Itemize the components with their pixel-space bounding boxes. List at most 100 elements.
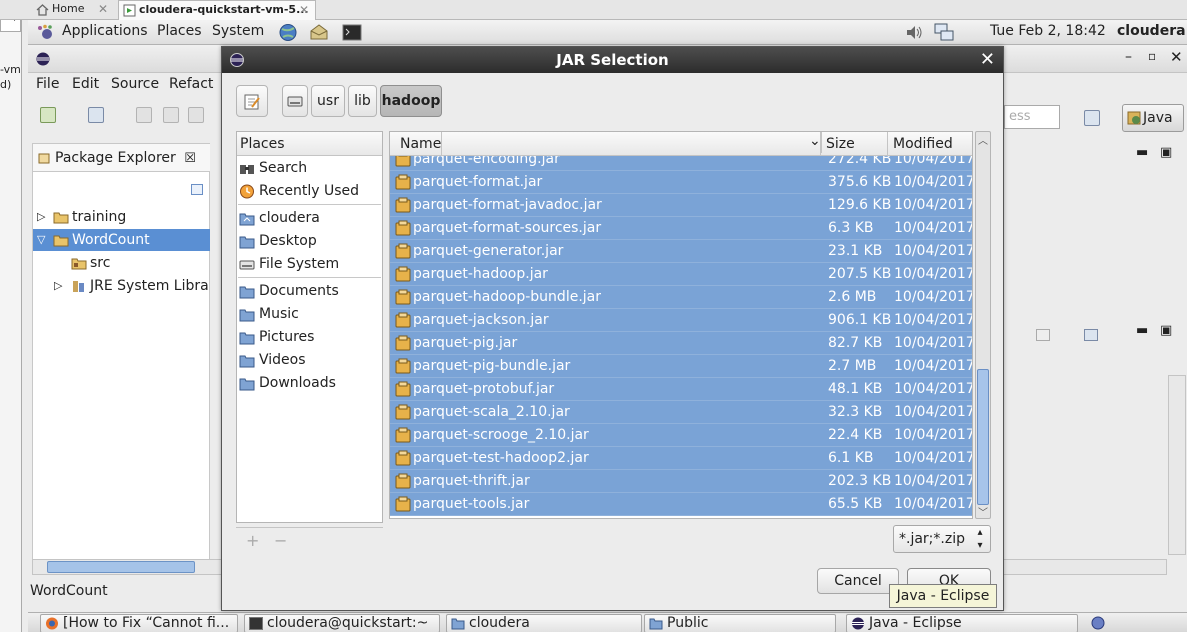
expand-icon[interactable]: ▷	[54, 275, 62, 297]
menu-edit[interactable]: Edit	[72, 76, 99, 92]
folder-icon	[239, 332, 255, 345]
file-row[interactable]: parquet-thrift.jar 202.3 KB 10/04/2017	[390, 470, 972, 493]
file-list-scrollbar[interactable]: ︿ ﹀	[975, 131, 991, 519]
network-icon[interactable]	[934, 23, 954, 42]
file-row[interactable]: parquet-pig-bundle.jar 2.7 MB 10/04/2017	[390, 355, 972, 378]
task-terminal[interactable]: cloudera@quickstart:~	[244, 614, 440, 632]
save-all-icon[interactable]	[163, 107, 179, 123]
scrollbar-thumb[interactable]	[977, 369, 989, 505]
globe-icon[interactable]	[278, 23, 298, 42]
menu-source[interactable]: Source	[111, 76, 159, 92]
remove-bookmark-button[interactable]: −	[274, 531, 287, 550]
maximize-icon[interactable]: ▣	[1160, 145, 1172, 160]
volume-icon[interactable]	[904, 23, 924, 42]
quick-access-input[interactable]: ess	[1004, 105, 1060, 129]
add-bookmark-button[interactable]: +	[246, 531, 259, 550]
close-icon[interactable]: ☒	[184, 151, 196, 166]
place-file-system[interactable]: File System	[237, 253, 382, 276]
file-row[interactable]: parquet-tools.jar 65.5 KB 10/04/2017	[390, 493, 972, 516]
task-eclipse[interactable]: Java - Eclipse	[846, 614, 1078, 632]
clock[interactable]: Tue Feb 2, 18:42	[990, 23, 1106, 39]
open-perspective-icon[interactable]	[1084, 110, 1100, 126]
task-cloudera-folder[interactable]: cloudera	[446, 614, 642, 632]
file-size: 207.5 KB	[828, 266, 892, 282]
java-perspective-button[interactable]: Java	[1122, 104, 1184, 132]
place-desktop[interactable]: Desktop	[237, 230, 382, 253]
breadcrumb-root[interactable]	[282, 85, 308, 117]
new-icon[interactable]	[40, 107, 56, 123]
close-icon[interactable]: ✕	[299, 1, 309, 19]
breadcrumb-hadoop[interactable]: hadoop	[380, 85, 442, 117]
file-row[interactable]: parquet-test-hadoop2.jar 6.1 KB 10/04/2017	[390, 447, 972, 470]
scrollbar-thumb[interactable]	[47, 561, 195, 573]
eclipse-vertical-scrollbar[interactable]	[1168, 375, 1186, 555]
user-menu[interactable]: cloudera	[1117, 23, 1186, 39]
tree-item-jre-library[interactable]: ▷ JRE System Library	[33, 275, 210, 297]
column-size-header[interactable]: Size	[821, 132, 888, 156]
menu-file[interactable]: File	[36, 76, 59, 92]
tree-item-src[interactable]: src	[33, 252, 210, 274]
menu-refactor[interactable]: Refact	[169, 76, 213, 92]
file-size: 82.7 KB	[828, 335, 883, 351]
cancel-button[interactable]: Cancel	[817, 568, 899, 594]
maximize-icon[interactable]: ▫	[1148, 49, 1156, 63]
applications-menu[interactable]: Applications	[62, 23, 148, 39]
new-package-icon[interactable]	[88, 107, 104, 123]
package-explorer-tab[interactable]: Package Explorer ☒	[33, 144, 210, 172]
file-row[interactable]: parquet-scala_2.10.jar 32.3 KB 10/04/2017	[390, 401, 972, 424]
file-row[interactable]: parquet-hadoop.jar 207.5 KB 10/04/2017	[390, 263, 972, 286]
column-modified-header[interactable]: Modified	[888, 132, 972, 156]
collapse-icon[interactable]: ▽	[37, 229, 45, 251]
task-public-folder[interactable]: Public	[644, 614, 836, 632]
breadcrumb-usr[interactable]: usr	[311, 85, 345, 117]
minimize-icon[interactable]: –	[1125, 49, 1132, 65]
file-row[interactable]: parquet-jackson.jar 906.1 KB 10/04/2017	[390, 309, 972, 332]
breadcrumb-lib[interactable]: lib	[348, 85, 377, 117]
places-menu[interactable]: Places	[157, 23, 202, 39]
view-menu-icon[interactable]	[1036, 329, 1050, 341]
place-music[interactable]: Music	[237, 303, 382, 326]
task-firefox[interactable]: [How to Fix “Cannot fi...	[40, 614, 238, 632]
tree-item-wordcount[interactable]: ▽ WordCount	[33, 229, 210, 251]
minimize-icon[interactable]: ▬	[1136, 145, 1148, 160]
place-videos[interactable]: Videos	[237, 349, 382, 372]
vm-tab-strip: Home ✕ cloudera-quickstart-vm-5... ✕	[0, 0, 1187, 20]
scroll-up-icon[interactable]: ︿	[978, 132, 988, 147]
workspace-switcher-icon[interactable]	[1090, 616, 1106, 630]
place-pictures[interactable]: Pictures	[237, 326, 382, 349]
file-type-filter[interactable]: *.jar;*.zip ▴ ▾	[893, 525, 991, 553]
system-menu[interactable]: System	[212, 23, 264, 39]
file-row[interactable]: parquet-protobuf.jar 48.1 KB 10/04/2017	[390, 378, 972, 401]
tree-item-training[interactable]: ▷ training	[33, 206, 210, 228]
file-row[interactable]: parquet-format-sources.jar 6.3 KB 10/04/20…	[390, 217, 972, 240]
place-search[interactable]: Search	[237, 157, 382, 180]
type-location-button[interactable]	[236, 85, 268, 117]
collapse-all-icon[interactable]	[191, 184, 203, 195]
maximize-icon[interactable]: ▣	[1160, 323, 1172, 338]
column-name-header[interactable]: Name ⌄	[390, 132, 822, 156]
file-row[interactable]: parquet-scrooge_2.10.jar 22.4 KB 10/04/201…	[390, 424, 972, 447]
place-downloads[interactable]: Downloads	[237, 372, 382, 395]
minimize-icon[interactable]: ▬	[1136, 323, 1148, 338]
file-row[interactable]: parquet-hadoop-bundle.jar 2.6 MB 10/04/201…	[390, 286, 972, 309]
file-row[interactable]: parquet-format-javadoc.jar 129.6 KB 10/04/…	[390, 194, 972, 217]
close-icon[interactable]: ✕	[1170, 48, 1183, 66]
mail-icon[interactable]	[309, 23, 329, 42]
close-icon[interactable]: ✕	[98, 0, 108, 18]
file-row[interactable]: parquet-pig.jar 82.7 KB 10/04/2017	[390, 332, 972, 355]
tab-vm[interactable]: cloudera-quickstart-vm-5... ✕	[118, 0, 316, 20]
file-row[interactable]: parquet-encoding.jar 272.4 KB 10/04/2017	[390, 156, 972, 171]
scroll-down-icon[interactable]: ﹀	[978, 504, 988, 519]
save-icon[interactable]	[136, 107, 152, 123]
place-documents[interactable]: Documents	[237, 280, 382, 303]
pin-icon[interactable]	[1084, 329, 1098, 341]
print-icon[interactable]	[188, 107, 204, 123]
place-recently-used[interactable]: Recently Used	[237, 180, 382, 203]
place-cloudera[interactable]: cloudera	[237, 207, 382, 230]
expand-icon[interactable]: ▷	[37, 206, 45, 228]
tab-home[interactable]: Home ✕	[32, 0, 114, 20]
close-icon[interactable]: ✕	[980, 49, 995, 70]
file-row[interactable]: parquet-format.jar 375.6 KB 10/04/2017	[390, 171, 972, 194]
terminal-icon[interactable]	[342, 23, 362, 42]
file-row[interactable]: parquet-generator.jar 23.1 KB 10/04/2017	[390, 240, 972, 263]
